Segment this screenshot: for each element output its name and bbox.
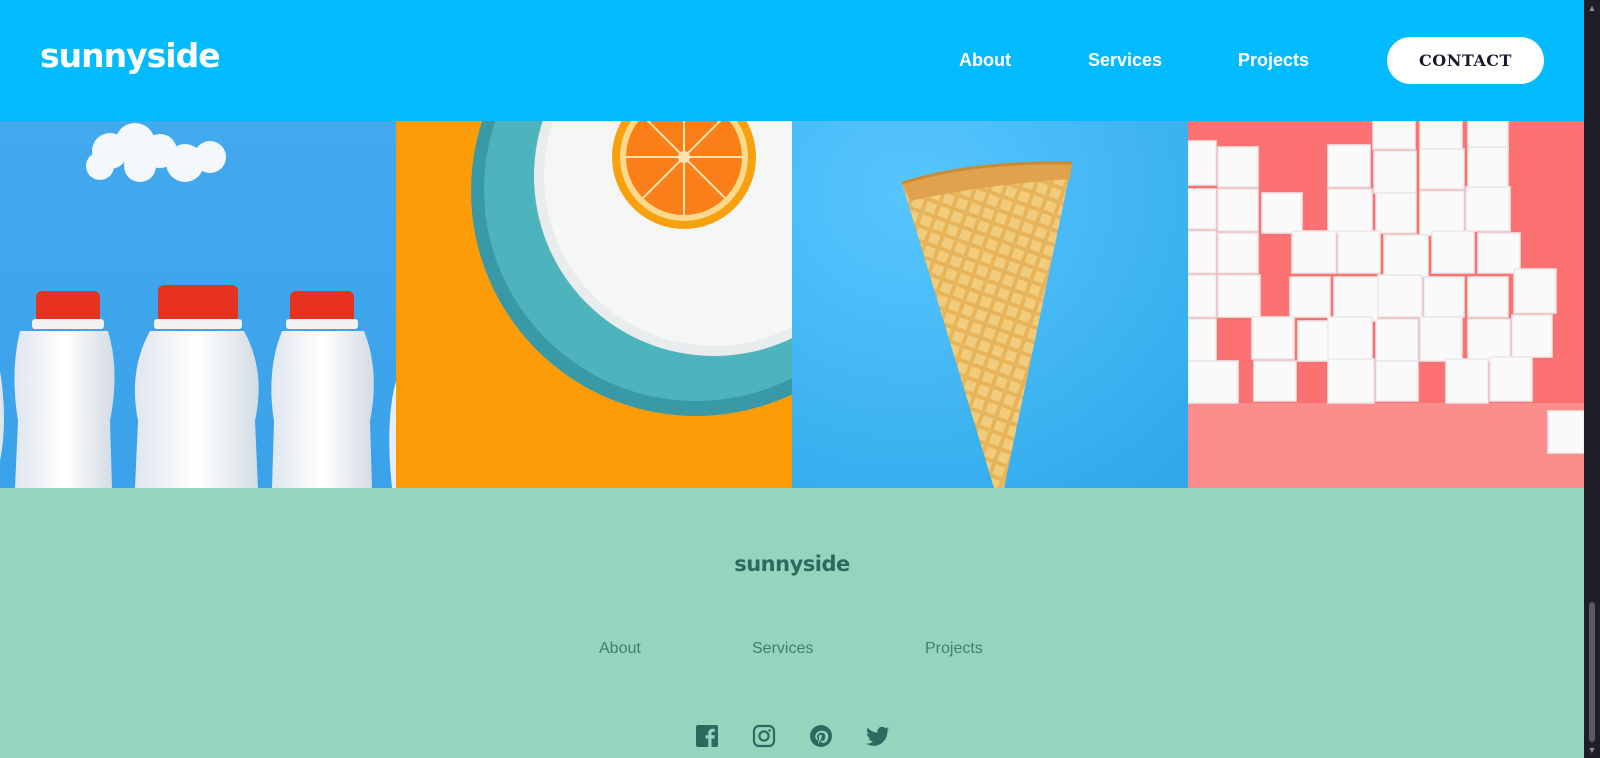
scrollbar-thumb[interactable] bbox=[1589, 602, 1595, 742]
gallery bbox=[0, 121, 1584, 488]
nav-services[interactable]: Services bbox=[1088, 50, 1162, 71]
header-logo[interactable]: sunnyside bbox=[40, 36, 221, 75]
ice-cream-cone-image bbox=[792, 121, 1188, 488]
orange-plate-image bbox=[396, 121, 792, 488]
footer-nav-about[interactable]: About bbox=[599, 640, 641, 658]
vertical-scrollbar[interactable]: ▲ ▼ bbox=[1584, 0, 1600, 758]
footer-logo[interactable]: sunnyside bbox=[0, 552, 1584, 576]
pinterest-icon[interactable] bbox=[809, 724, 833, 748]
contact-button[interactable]: CONTACT bbox=[1387, 37, 1544, 84]
scroll-down-icon[interactable]: ▼ bbox=[1587, 745, 1597, 755]
facebook-icon[interactable] bbox=[695, 724, 719, 748]
nav-projects[interactable]: Projects bbox=[1238, 50, 1309, 71]
footer-nav-services[interactable]: Services bbox=[752, 640, 813, 658]
header: sunnyside About Services Projects CONTAC… bbox=[0, 0, 1584, 121]
milk-bottles-image bbox=[0, 121, 396, 488]
scroll-up-icon[interactable]: ▲ bbox=[1587, 3, 1597, 13]
nav-about[interactable]: About bbox=[959, 50, 1011, 71]
instagram-icon[interactable] bbox=[752, 724, 776, 748]
sugar-cubes-image bbox=[1188, 121, 1584, 488]
footer-nav-projects[interactable]: Projects bbox=[925, 640, 983, 658]
twitter-icon[interactable] bbox=[866, 724, 890, 748]
page: sunnyside About Services Projects CONTAC… bbox=[0, 0, 1584, 758]
footer: sunnyside About Services Projects bbox=[0, 488, 1584, 758]
